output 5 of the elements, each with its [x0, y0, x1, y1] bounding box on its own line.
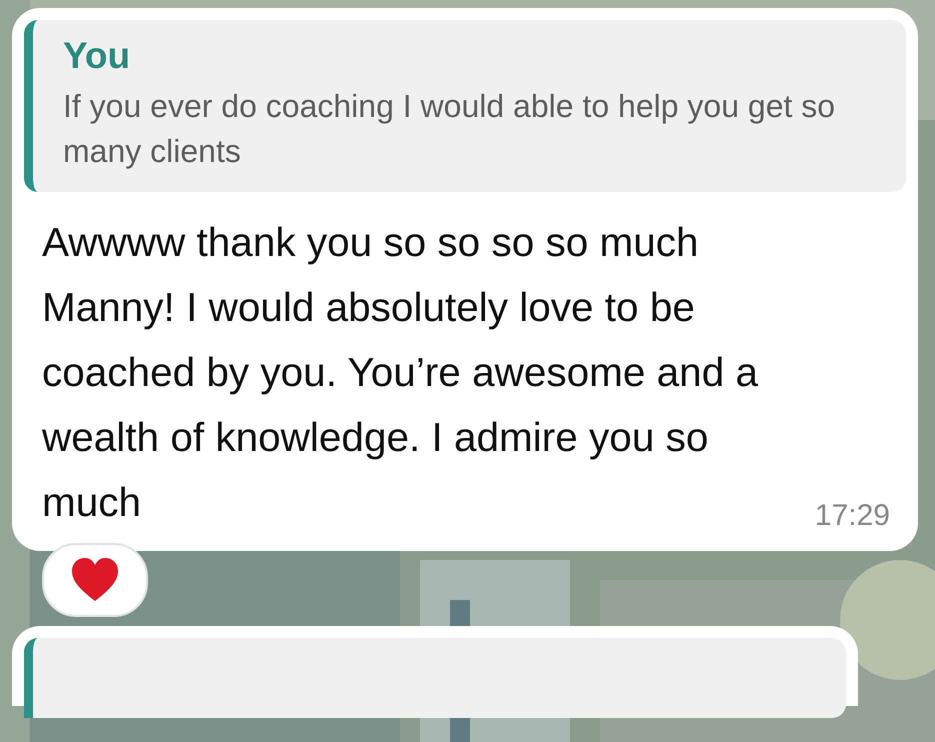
quote-text: If you ever do coaching I would able to help you get so many clients: [63, 87, 836, 172]
quote-author: You: [63, 34, 132, 78]
heart-icon: [70, 556, 120, 603]
timestamp: 17:29: [814, 500, 891, 534]
message-text: Awwww thank you so so so so much Manny! I would absolutely love to be coached by you. You’re awesome and a wealth of knowledge. I admire you so much: [41, 218, 760, 527]
